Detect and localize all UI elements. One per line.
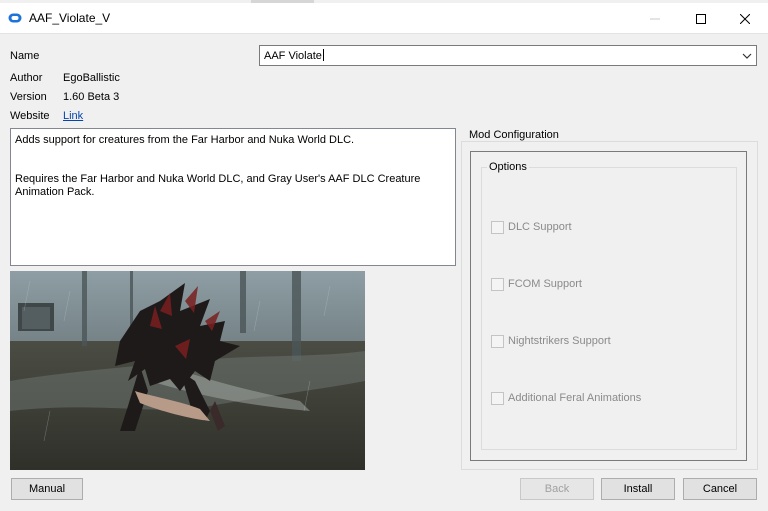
name-combobox[interactable]: AAF Violate [259,45,757,66]
checkbox[interactable] [491,277,504,291]
option-additional-feral-animations[interactable]: Additional Feral Animations [491,391,641,405]
manual-button[interactable]: Manual [11,478,83,500]
minimize-icon [650,18,660,19]
option-label: Additional Feral Animations [508,392,642,404]
description-textbox[interactable]: Adds support for creatures from the Far … [10,128,456,266]
checkbox[interactable] [491,334,504,348]
author-label: Author [10,72,43,84]
name-value[interactable]: AAF Violate [264,49,324,62]
option-nightstrikers-support[interactable]: Nightstrikers Support [491,334,611,348]
description-line-1: Adds support for creatures from the Far … [15,134,355,146]
website-label: Website [10,110,50,122]
cancel-button[interactable]: Cancel [683,478,757,500]
option-label: Nightstrikers Support [508,335,611,347]
checkbox[interactable] [491,391,504,405]
back-button[interactable]: Back [520,478,594,500]
window-title: AAF_Violate_V [29,11,111,25]
website-link[interactable]: Link [63,110,83,122]
mod-preview-image [10,271,365,470]
option-fcom-support[interactable]: FCOM Support [491,277,582,291]
checkbox[interactable] [491,220,504,234]
options-groupbox [481,167,737,450]
install-button[interactable]: Install [601,478,675,500]
chevron-down-icon[interactable] [741,50,753,62]
minimize-button[interactable] [632,3,678,34]
maximize-icon [696,13,706,24]
app-icon [8,13,22,23]
option-dlc-support[interactable]: DLC Support [491,220,572,234]
close-icon [740,13,750,24]
option-label: FCOM Support [508,278,582,290]
maximize-button[interactable] [678,3,724,34]
name-label: Name [10,50,40,62]
close-button[interactable] [722,3,768,34]
description-line-2: Requires the Far Harbor and Nuka World D… [15,173,421,198]
text-cursor [322,49,324,61]
version-value: 1.60 Beta 3 [63,91,120,103]
option-label: DLC Support [508,221,572,233]
author-value: EgoBallistic [63,72,120,84]
title-bar: AAF_Violate_V [0,3,768,34]
version-label: Version [10,91,47,103]
options-label: Options [487,161,529,173]
mod-configuration-label: Mod Configuration [469,129,559,141]
